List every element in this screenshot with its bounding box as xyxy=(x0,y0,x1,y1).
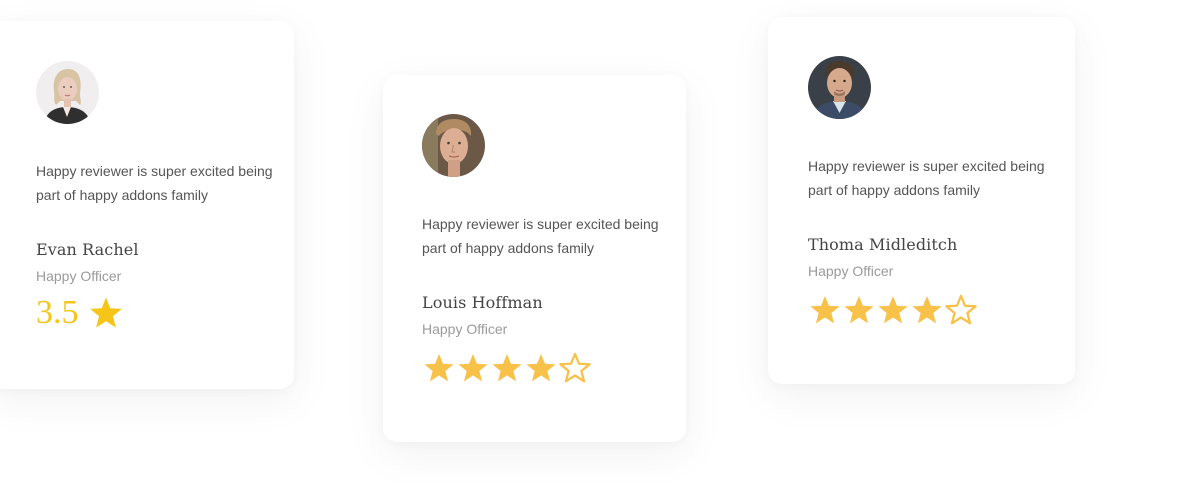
review-text: Happy reviewer is super excited being pa… xyxy=(422,216,659,256)
star-empty-icon xyxy=(558,351,592,385)
star-filled-icon xyxy=(842,293,876,327)
star-filled-icon xyxy=(456,351,490,385)
avatar xyxy=(808,56,871,119)
star-filled-icon xyxy=(808,293,842,327)
star-filled-icon xyxy=(876,293,910,327)
reviewer-name: Louis Hoffman xyxy=(422,293,543,312)
rating-number: 3.5 xyxy=(36,294,79,331)
testimonial-card: Happy reviewer is super excited being pa… xyxy=(768,17,1075,384)
reviewer-role: Happy Officer xyxy=(808,263,894,279)
star-rating xyxy=(808,293,1075,327)
reviewer-role: Happy Officer xyxy=(422,321,508,337)
reviewer-role: Happy Officer xyxy=(36,268,122,284)
review-text: Happy reviewer is super excited being pa… xyxy=(36,163,273,203)
star-filled-icon xyxy=(490,351,524,385)
testimonial-card: Happy reviewer is super excited being pa… xyxy=(383,75,686,442)
star-empty-icon xyxy=(944,293,978,327)
testimonial-card: Happy reviewer is super excited being pa… xyxy=(0,21,294,389)
avatar xyxy=(422,114,485,177)
rating: 3.5 xyxy=(36,296,294,330)
star-rating xyxy=(422,351,686,385)
star-filled-icon xyxy=(910,293,944,327)
reviewer-name: Evan Rachel xyxy=(36,240,139,259)
reviewer-name: Thoma Midleditch xyxy=(808,235,958,254)
star-filled-icon xyxy=(524,351,558,385)
star-filled-icon xyxy=(422,351,456,385)
star-icon xyxy=(89,297,122,328)
avatar xyxy=(36,61,99,124)
review-text: Happy reviewer is super excited being pa… xyxy=(808,158,1045,198)
